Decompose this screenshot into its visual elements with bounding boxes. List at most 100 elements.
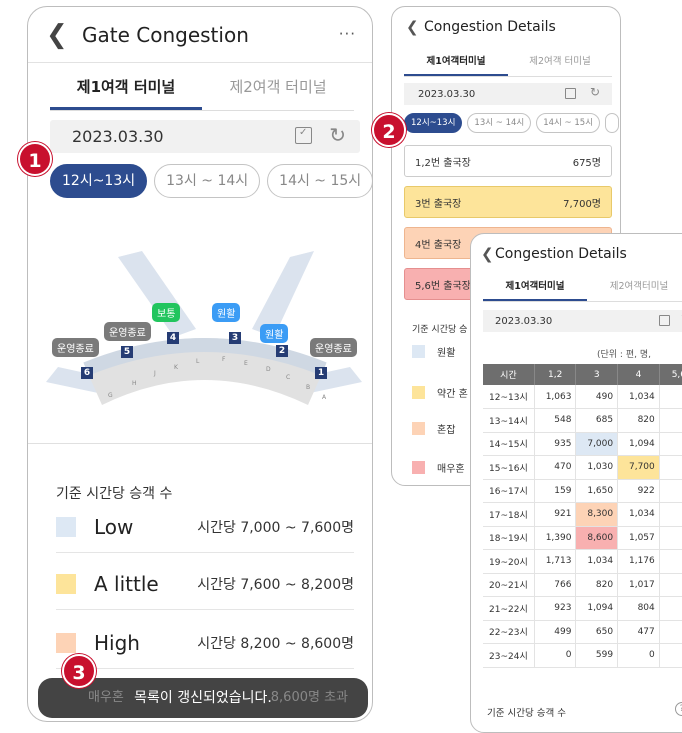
gate-name: 5,6번 출국장 xyxy=(415,280,471,292)
count-cell: 1,030 xyxy=(575,455,619,480)
time-cell: 15~16시 xyxy=(483,455,535,480)
terminal-map-drawing: GHJ KL F EDC BA xyxy=(46,251,362,405)
gate-1-marker: 1 xyxy=(315,367,327,379)
table-row: 12~13시 1,063 490 1,034 xyxy=(483,385,682,409)
calendar-icon[interactable] xyxy=(295,127,312,144)
legend-item-very-congested: 매우혼 xyxy=(412,460,465,475)
time-cell: 19~20시 xyxy=(483,549,535,574)
page-title: Gate Congestion xyxy=(82,22,249,47)
gate3-status: 원활 xyxy=(212,303,241,322)
header: ❮ Congestion Details xyxy=(471,234,682,274)
time-chip-14-15[interactable]: 14시 ~ 15시 xyxy=(267,164,372,198)
date-bar: 2023.03.30 ↻ xyxy=(404,83,612,105)
count-cell xyxy=(659,596,682,621)
gate-name: 4번 출국장 xyxy=(415,239,462,251)
count-cell: 804 xyxy=(617,596,660,621)
time-chip-12-13[interactable]: 12시~13시 xyxy=(50,164,148,198)
calendar-icon[interactable] xyxy=(659,315,670,326)
table-row: 15~16시 470 1,030 7,700 xyxy=(483,455,682,480)
page-title: Congestion Details xyxy=(424,19,556,35)
count-cell xyxy=(659,526,682,550)
count-cell: 599 xyxy=(575,643,619,668)
more-icon[interactable]: ··· xyxy=(339,25,356,43)
tab-terminal-1[interactable]: 제1여객터미널 xyxy=(404,47,508,76)
time-chip-13-14[interactable]: 13시 ~ 14시 xyxy=(467,113,532,133)
table-row: 16~17시 159 1,650 922 xyxy=(483,479,682,503)
calendar-icon[interactable] xyxy=(565,88,576,99)
legend-item-smooth: 원활 xyxy=(412,344,455,359)
help-icon[interactable]: ? xyxy=(675,702,682,716)
gate-count: 7,700명 xyxy=(563,198,601,210)
count-cell: 1,034 xyxy=(617,385,660,409)
count-cell: 548 xyxy=(534,408,577,433)
count-cell: 650 xyxy=(575,620,619,644)
terminal-tabs: 제1여객터미널 제2여객 터미널 xyxy=(404,47,612,77)
legend-range: 시간당 7,600 ~ 8,200명 xyxy=(197,576,354,593)
time-chips: 12시~13시 13시 ~ 14시 14시 ~ 15시 xyxy=(50,164,372,198)
refresh-icon[interactable]: ↻ xyxy=(329,123,346,147)
count-cell xyxy=(659,620,682,644)
back-icon[interactable]: ❮ xyxy=(406,18,424,36)
gate5-status: 운영종료 xyxy=(104,322,151,341)
date-bar: 2023.03.30 ↻ xyxy=(50,120,360,153)
back-icon[interactable]: ❮ xyxy=(46,20,76,50)
svg-text:H: H xyxy=(132,380,137,387)
header: ❮ Congestion Details xyxy=(392,7,620,47)
tab-terminal-2[interactable]: 제2여객 터미널 xyxy=(202,63,354,110)
tab-terminal-1[interactable]: 제1여객터미널 xyxy=(483,272,587,301)
date-text: 2023.03.30 xyxy=(418,88,476,100)
legend-swatch-low xyxy=(56,516,76,537)
terminal-map: GHJ KLF EDC BA 운영종료 운영종료 보통 원활 원활 운영종료 6… xyxy=(46,237,364,427)
terminal-tabs: 제1여객 터미널 제2여객 터미널 xyxy=(50,63,354,111)
legend-range: 시간당 8,200 ~ 8,600명 xyxy=(197,635,354,652)
time-chip-next[interactable] xyxy=(605,113,620,133)
legend-row-low: Low 시간당 7,000 ~ 7,600명 xyxy=(56,501,354,553)
legend-row-high: High 시간당 8,200 ~ 8,600명 xyxy=(56,617,354,669)
col-time: 시간 xyxy=(483,364,535,385)
time-chip-14-15[interactable]: 14시 ~ 15시 xyxy=(536,113,601,133)
count-cell: 921 xyxy=(534,502,577,527)
count-cell: 1,713 xyxy=(534,549,577,574)
table-row: 23~24시 0 599 0 xyxy=(483,643,682,668)
gate-congestion-screen: ❮ Gate Congestion ··· 제1여객 터미널 제2여객 터미널 … xyxy=(27,6,373,722)
count-cell: 1,390 xyxy=(534,526,577,550)
toast-text: 목록이 갱신되었습니다. xyxy=(134,690,272,706)
time-chip-12-13[interactable]: 12시~13시 xyxy=(404,113,463,133)
time-chip-13-14[interactable]: 13시 ~ 14시 xyxy=(154,164,261,198)
count-cell xyxy=(659,479,682,503)
table-row: 17~18시 921 8,300 1,034 xyxy=(483,502,682,527)
partial-legend-left: 매우혼 xyxy=(88,690,124,705)
count-cell: 1,034 xyxy=(617,502,660,527)
tab-terminal-2[interactable]: 제2여객터미널 xyxy=(587,272,682,301)
gate-row-3[interactable]: 3번 출국장 7,700명 xyxy=(404,186,612,218)
col-gate-3: 3 xyxy=(575,364,619,385)
tab-terminal-2[interactable]: 제2여객 터미널 xyxy=(508,47,612,76)
svg-text:F: F xyxy=(222,356,226,363)
count-cell xyxy=(659,549,682,574)
gate2-status: 원활 xyxy=(260,324,289,343)
legend-name: A little xyxy=(94,571,159,596)
count-cell: 935 xyxy=(534,432,577,456)
count-cell: 685 xyxy=(575,408,619,433)
count-cell: 8,300 xyxy=(575,502,619,527)
count-cell: 923 xyxy=(534,596,577,621)
count-cell: 1,063 xyxy=(534,385,577,409)
col-gate-5-6: 5,6 xyxy=(659,364,682,385)
count-cell: 1,057 xyxy=(617,526,660,550)
back-icon[interactable]: ❮ xyxy=(481,245,495,263)
count-cell: 1,034 xyxy=(575,549,619,574)
count-cell: 0 xyxy=(534,643,577,668)
gate-name: 1,2번 출국장 xyxy=(415,157,471,169)
congestion-details-table-screen: ❮ Congestion Details 제1여객터미널 제2여객터미널 202… xyxy=(470,233,682,733)
count-cell: 490 xyxy=(575,385,619,409)
gate-row-1-2[interactable]: 1,2번 출국장 675명 xyxy=(404,145,612,177)
tab-terminal-1[interactable]: 제1여객 터미널 xyxy=(50,63,202,110)
count-cell xyxy=(659,502,682,527)
legend-title: 기준 시간당 승 xyxy=(412,325,468,335)
time-cell: 13~14시 xyxy=(483,408,535,433)
legend-swatch xyxy=(412,345,425,358)
gate-2-marker: 2 xyxy=(276,345,288,357)
date-text: 2023.03.30 xyxy=(495,315,553,327)
legend-range: 시간당 7,000 ~ 7,600명 xyxy=(197,519,354,536)
refresh-icon[interactable]: ↻ xyxy=(590,85,600,99)
